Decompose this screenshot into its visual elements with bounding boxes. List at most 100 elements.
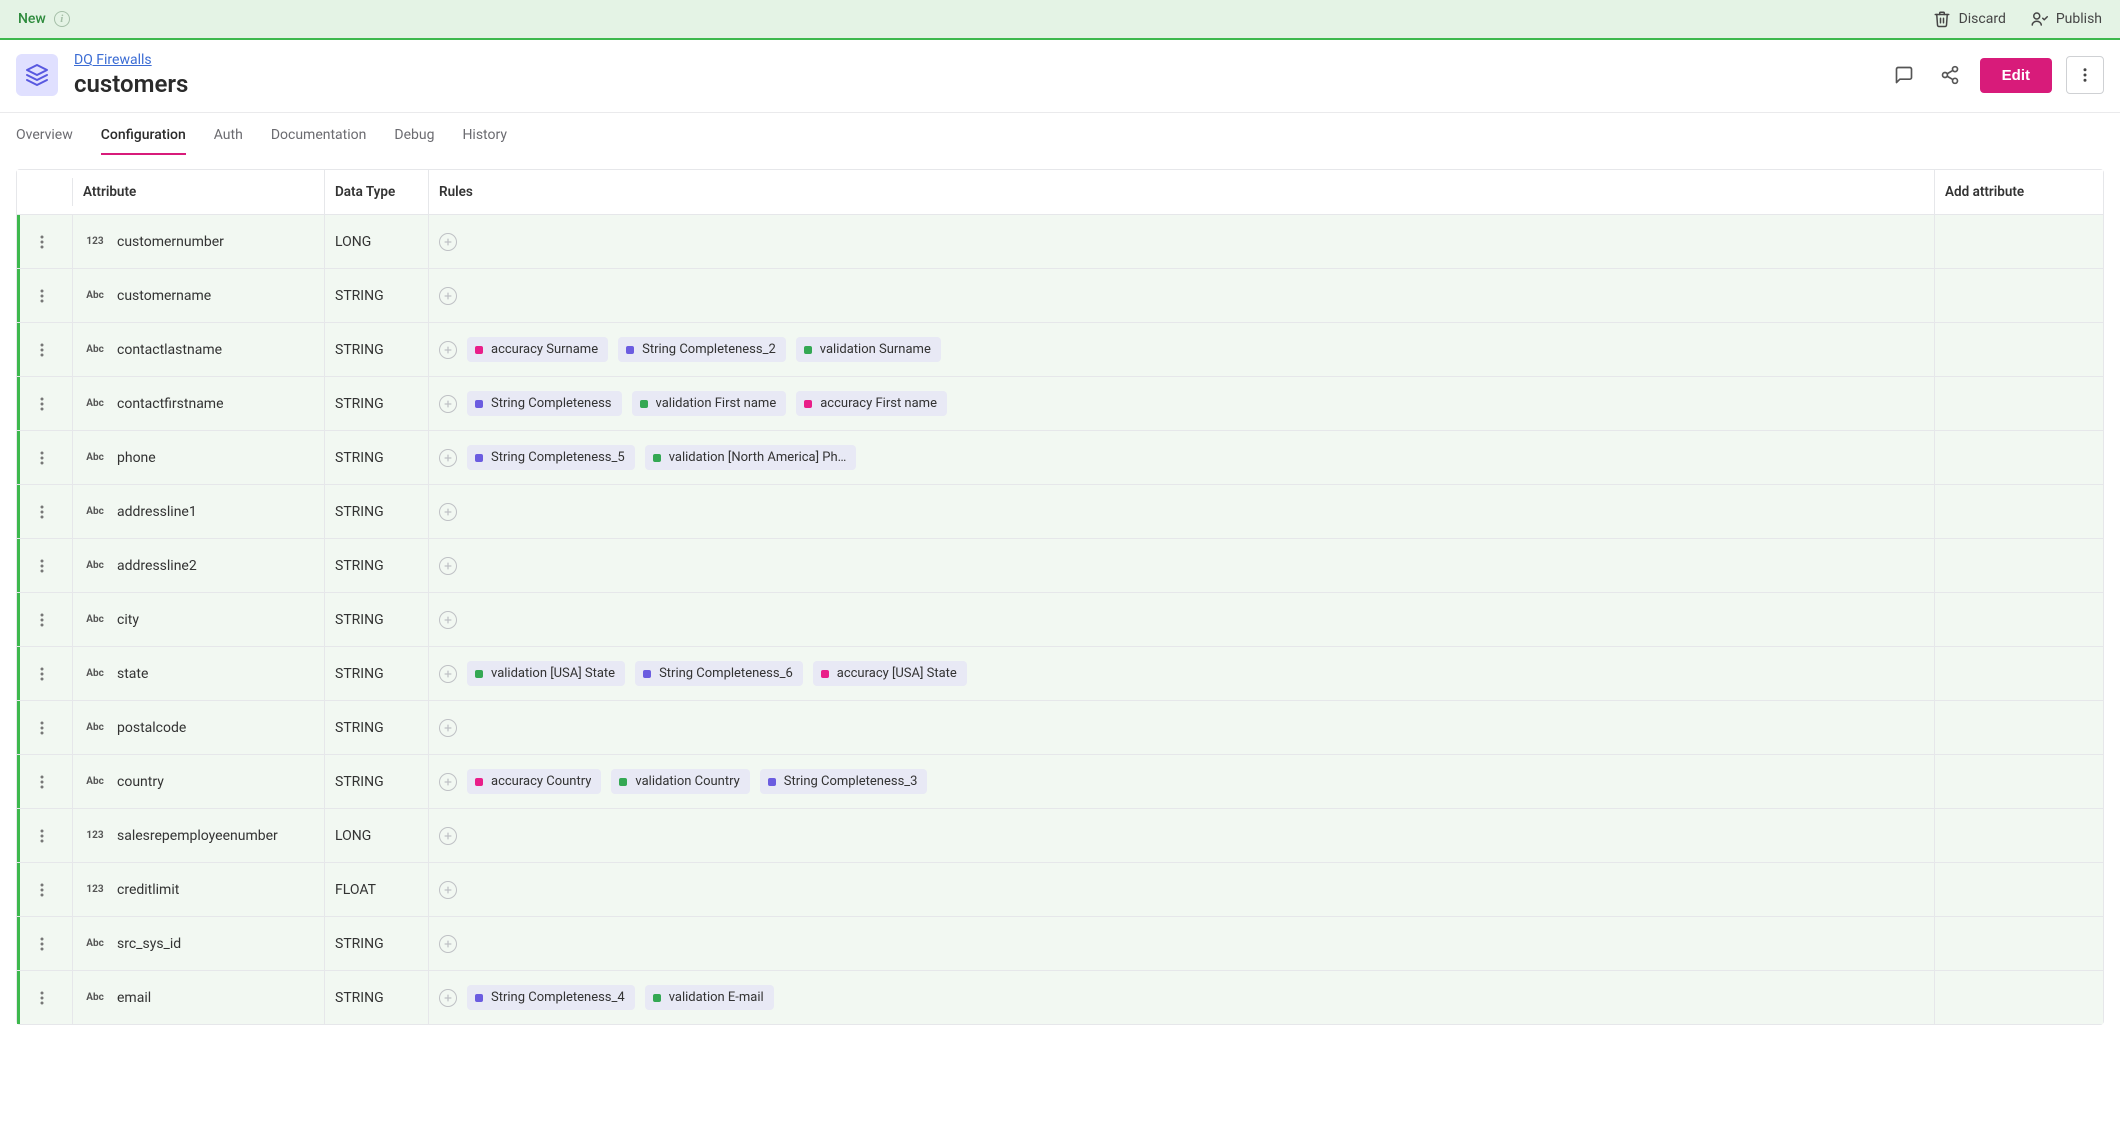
tab-overview[interactable]: Overview <box>16 127 73 155</box>
rule-chip[interactable]: validation [USA] State <box>467 661 625 686</box>
attribute-name: phone <box>117 450 156 466</box>
publish-label: Publish <box>2056 11 2102 27</box>
rule-color-dot <box>626 346 634 354</box>
rule-color-dot <box>821 670 829 678</box>
attribute-cell: Abccontactfirstname <box>73 377 325 430</box>
rule-color-dot <box>475 778 483 786</box>
drag-handle[interactable] <box>17 377 73 430</box>
rule-chip[interactable]: validation [North America] Ph… <box>645 445 857 470</box>
rules-cell <box>429 863 1935 916</box>
comment-button[interactable] <box>1888 59 1920 91</box>
rule-label: String Completeness_4 <box>491 990 625 1005</box>
discard-button[interactable]: Discard <box>1933 10 2006 28</box>
page-title: customers <box>74 70 188 98</box>
info-icon[interactable]: i <box>54 11 70 27</box>
rule-chip[interactable]: String Completeness_6 <box>635 661 803 686</box>
add-rule-button[interactable] <box>439 449 457 467</box>
rule-color-dot <box>653 994 661 1002</box>
add-attribute-button[interactable]: Add attribute <box>1935 170 2103 214</box>
add-rule-button[interactable] <box>439 719 457 737</box>
attribute-cell: Abccustomername <box>73 269 325 322</box>
rule-chip[interactable]: String Completeness_2 <box>618 337 786 362</box>
rule-chip[interactable]: validation Country <box>611 769 749 794</box>
drag-handle[interactable] <box>17 971 73 1024</box>
drag-handle[interactable] <box>17 323 73 376</box>
rule-label: String Completeness_3 <box>784 774 918 789</box>
add-rule-button[interactable] <box>439 935 457 953</box>
tab-configuration[interactable]: Configuration <box>101 127 186 155</box>
type-badge-icon: Abc <box>83 560 107 571</box>
add-rule-button[interactable] <box>439 341 457 359</box>
type-badge-icon: Abc <box>83 668 107 679</box>
add-rule-button[interactable] <box>439 287 457 305</box>
attribute-cell: Abcpostalcode <box>73 701 325 754</box>
tab-documentation[interactable]: Documentation <box>271 127 367 155</box>
attribute-name: src_sys_id <box>117 936 181 952</box>
attribute-cell: Abc addressline2 <box>73 539 325 592</box>
datatype-cell: STRING <box>325 539 429 592</box>
rule-chip[interactable]: validation First name <box>632 391 787 416</box>
drag-handle[interactable] <box>17 863 73 916</box>
attribute-name: creditlimit <box>117 882 179 898</box>
drag-handle[interactable] <box>17 701 73 754</box>
tab-bar: Overview Configuration Auth Documentation De… <box>0 113 2120 155</box>
attribute-name: addressline2 <box>117 558 197 574</box>
rules-cell <box>429 917 1935 970</box>
rule-label: accuracy [USA] State <box>837 666 957 681</box>
table-header: Attribute Data Type Rules Add attribute <box>17 170 2103 214</box>
add-rule-button[interactable] <box>439 611 457 629</box>
type-badge-icon: Abc <box>83 290 107 301</box>
add-rule-button[interactable] <box>439 503 457 521</box>
add-rule-button[interactable] <box>439 827 457 845</box>
drag-handle[interactable] <box>17 647 73 700</box>
drag-handle[interactable] <box>17 431 73 484</box>
add-rule-button[interactable] <box>439 665 457 683</box>
rule-color-dot <box>475 400 483 408</box>
rule-chip[interactable]: validation E-mail <box>645 985 774 1010</box>
drag-handle[interactable] <box>17 485 73 538</box>
rule-chip[interactable]: accuracy First name <box>796 391 947 416</box>
add-rule-button[interactable] <box>439 557 457 575</box>
add-rule-button[interactable] <box>439 989 457 1007</box>
more-button[interactable] <box>2066 56 2104 94</box>
more-vertical-icon <box>2076 66 2094 84</box>
table-row: AbcemailSTRINGString Completeness_4valid… <box>17 970 2103 1024</box>
share-button[interactable] <box>1934 59 1966 91</box>
breadcrumb[interactable]: DQ Firewalls <box>74 52 188 68</box>
add-rule-button[interactable] <box>439 773 457 791</box>
rule-chip[interactable]: String Completeness <box>467 391 622 416</box>
publish-button[interactable]: Publish <box>2030 10 2102 28</box>
attribute-cell: Abcsrc_sys_id <box>73 917 325 970</box>
attribute-cell: Abcemail <box>73 971 325 1024</box>
add-rule-button[interactable] <box>439 881 457 899</box>
rule-chip[interactable]: String Completeness_3 <box>760 769 928 794</box>
rule-color-dot <box>804 346 812 354</box>
rule-chip[interactable]: validation Surname <box>796 337 941 362</box>
drag-handle[interactable] <box>17 917 73 970</box>
rule-chip[interactable]: accuracy [USA] State <box>813 661 967 686</box>
type-badge-icon: Abc <box>83 344 107 355</box>
rules-cell <box>429 809 1935 862</box>
drag-handle[interactable] <box>17 593 73 646</box>
rule-chip[interactable]: accuracy Surname <box>467 337 608 362</box>
edit-button[interactable]: Edit <box>1980 58 2052 93</box>
add-rule-button[interactable] <box>439 233 457 251</box>
rule-chip[interactable]: accuracy Country <box>467 769 601 794</box>
attribute-cell: 123customernumber <box>73 215 325 268</box>
rule-chip[interactable]: String Completeness_5 <box>467 445 635 470</box>
rule-chip[interactable]: String Completeness_4 <box>467 985 635 1010</box>
drag-handle[interactable] <box>17 539 73 592</box>
tab-history[interactable]: History <box>462 127 507 155</box>
attribute-name: salesrepemployeenumber <box>117 828 278 844</box>
add-rule-button[interactable] <box>439 395 457 413</box>
table-row: AbccountrySTRINGaccuracy Countryvalidati… <box>17 754 2103 808</box>
drag-handle[interactable] <box>17 215 73 268</box>
drag-handle[interactable] <box>17 809 73 862</box>
rules-cell: String Completeness_4 validation E-mail <box>429 971 1935 1024</box>
datatype-cell: STRING <box>325 701 429 754</box>
drag-handle[interactable] <box>17 755 73 808</box>
datatype-cell: STRING <box>325 647 429 700</box>
tab-auth[interactable]: Auth <box>214 127 243 155</box>
tab-debug[interactable]: Debug <box>394 127 434 155</box>
drag-handle[interactable] <box>17 269 73 322</box>
